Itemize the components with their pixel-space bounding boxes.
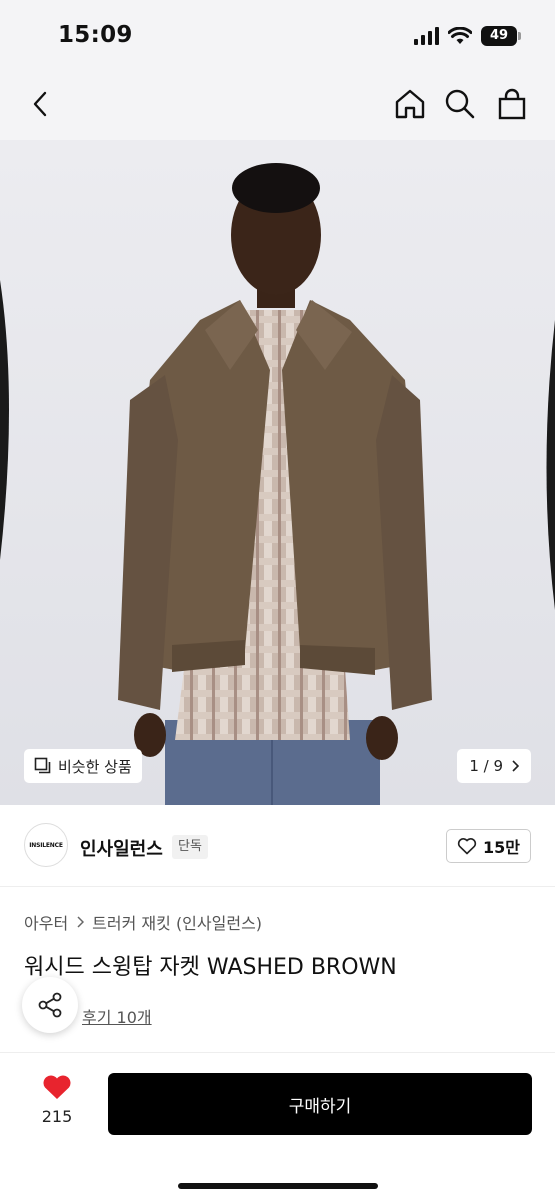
- breadcrumb: 아우터 트러커 재킷 (인사일런스): [24, 910, 262, 934]
- brand-name[interactable]: 인사일런스: [80, 835, 163, 861]
- home-icon[interactable]: [392, 86, 428, 122]
- image-counter[interactable]: 1 / 9: [457, 749, 531, 783]
- chevron-left-icon[interactable]: [22, 86, 58, 122]
- home-indicator: [178, 1183, 378, 1189]
- similar-icon: [34, 757, 51, 774]
- brand-like-button[interactable]: 15만: [446, 829, 531, 863]
- chevron-right-icon: [512, 760, 519, 772]
- product-title: 워시드 스윙탑 자켓 WASHED BROWN: [24, 955, 397, 980]
- status-bar: 15:09 49: [0, 0, 555, 70]
- wifi-icon: [448, 27, 472, 44]
- like-button[interactable]: 215: [32, 1073, 82, 1126]
- breadcrumb-item[interactable]: 트러커 재킷 (인사일런스): [92, 910, 262, 934]
- brand-logo[interactable]: INSILENCE: [24, 823, 68, 867]
- product-photo: [0, 140, 555, 805]
- similar-products-label: 비슷한 상품: [58, 757, 132, 776]
- exclusive-badge: 단독: [172, 835, 208, 859]
- signal-icon: [414, 27, 439, 45]
- heart-filled-icon: [43, 1075, 71, 1099]
- product-image[interactable]: 비슷한 상품 1 / 9: [0, 140, 555, 805]
- like-count: 215: [41, 1107, 73, 1126]
- similar-products-button[interactable]: 비슷한 상품: [24, 749, 142, 783]
- share-icon: [38, 992, 62, 1018]
- brand-like-count: 15만: [483, 838, 520, 857]
- buy-button[interactable]: 구매하기: [108, 1073, 532, 1135]
- brand-row: INSILENCE 인사일런스 단독 15만: [0, 805, 555, 887]
- status-icons: 49: [414, 26, 521, 46]
- status-time: 15:09: [58, 22, 133, 48]
- chevron-right-icon: [77, 916, 85, 928]
- nav-bar: [0, 70, 555, 140]
- shopping-bag-icon[interactable]: [494, 86, 530, 122]
- breadcrumb-item[interactable]: 아우터: [24, 910, 68, 934]
- battery-icon: 49: [481, 26, 521, 46]
- search-icon[interactable]: [442, 86, 478, 122]
- share-button[interactable]: [22, 977, 78, 1033]
- heart-outline-icon: [457, 838, 477, 855]
- reviews-link[interactable]: 후기 10개: [82, 1004, 152, 1028]
- image-counter-label: 1 / 9: [469, 757, 503, 775]
- bottom-action-bar: 215 구매하기: [0, 1052, 555, 1200]
